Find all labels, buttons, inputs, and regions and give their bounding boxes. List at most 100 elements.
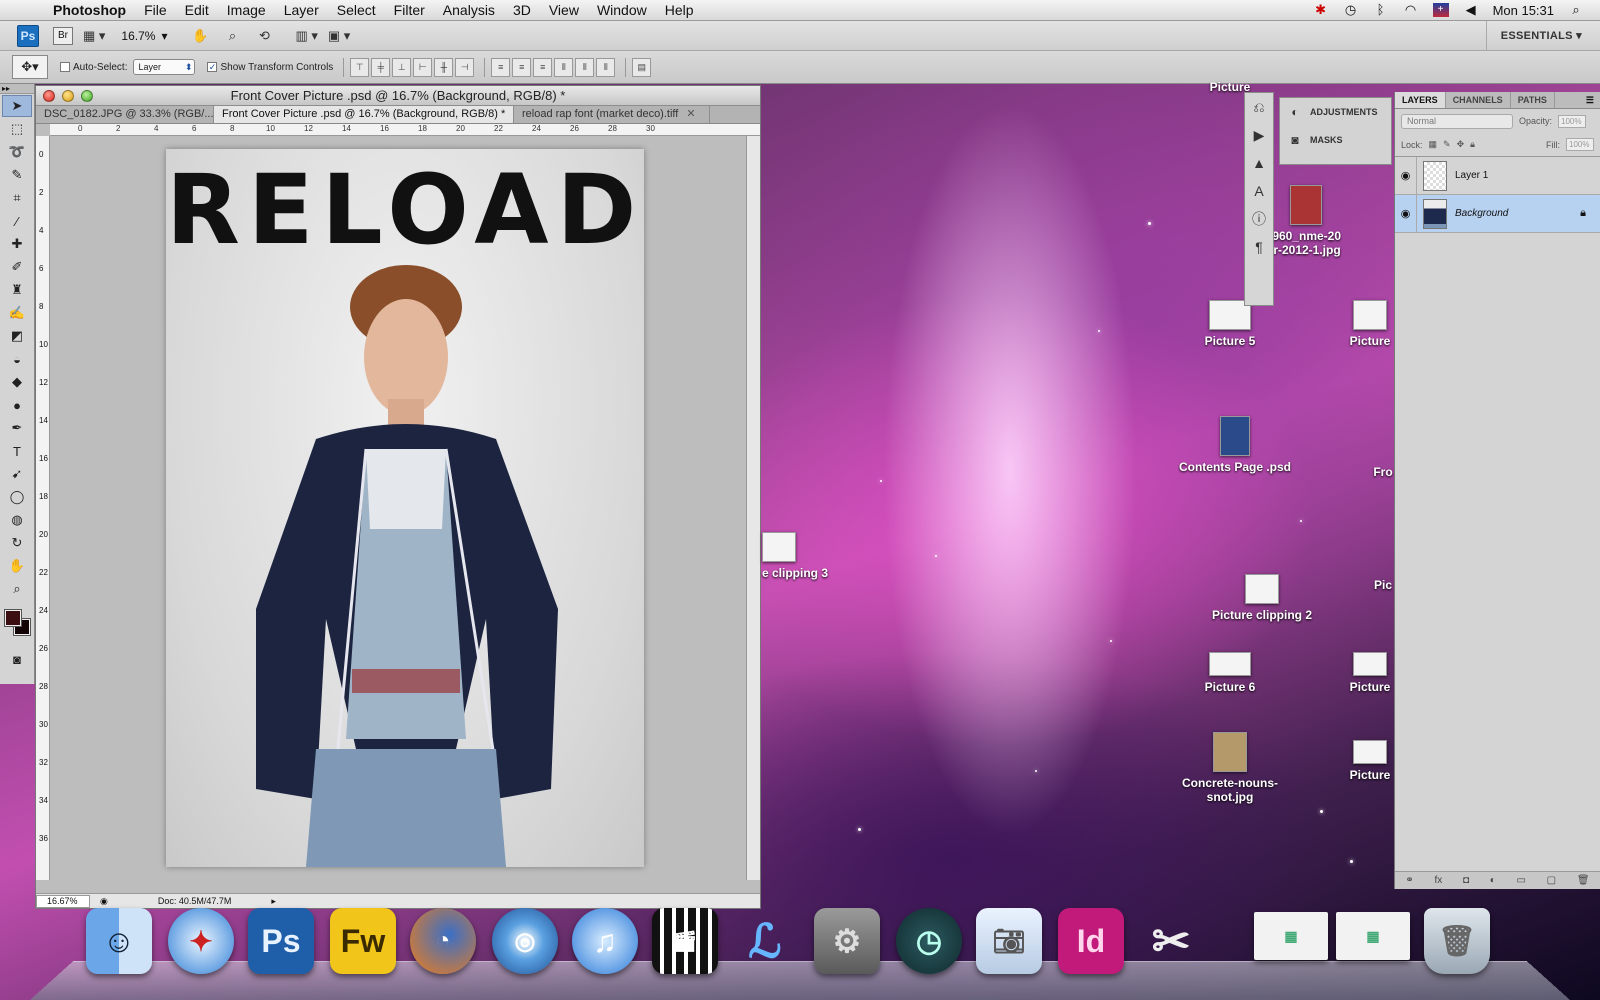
hand-tool-icon[interactable]: ✋	[189, 25, 211, 47]
menu-edit[interactable]: Edit	[176, 0, 218, 21]
paint-bucket-tool-icon[interactable]: ◒	[2, 348, 32, 370]
desktop-icon-front-cover[interactable]: Fro	[1372, 465, 1394, 479]
spotlight-search-icon[interactable]: ⌕	[1568, 3, 1584, 17]
lock-all-icon[interactable]: 🔒︎	[1470, 139, 1475, 150]
align-hcenter-icon[interactable]: ╫	[434, 57, 454, 77]
arrange-documents-icon[interactable]: ▥ ▾	[295, 25, 317, 47]
quick-mask-icon[interactable]: ◙	[2, 648, 32, 670]
history-brush-tool-icon[interactable]: ✍	[2, 302, 32, 324]
new-adjustment-layer-icon[interactable]: ◐	[1490, 875, 1496, 886]
bridge-button[interactable]: Br	[53, 26, 73, 45]
blur-tool-icon[interactable]: ◆	[2, 371, 32, 393]
dock-system-preferences-icon[interactable]: ⚙	[814, 908, 880, 974]
menu-layer[interactable]: Layer	[275, 0, 328, 21]
pen-tool-icon[interactable]: ✒	[2, 417, 32, 439]
growl-icon[interactable]: ✱	[1313, 3, 1329, 17]
ellipse-shape-tool-icon[interactable]: ◯	[2, 486, 32, 508]
distribute-top-icon[interactable]: ≡	[491, 57, 511, 77]
masks-panel-button[interactable]: ◙ MASKS	[1280, 126, 1391, 154]
extras-menu-icon[interactable]: ▦ ▾	[83, 25, 105, 47]
menu-image[interactable]: Image	[218, 0, 275, 21]
photoshop-logo-icon[interactable]: Ps	[17, 24, 39, 47]
canvas-area[interactable]: RELOAD	[50, 136, 746, 880]
lasso-tool-icon[interactable]: ➰	[2, 141, 32, 163]
desktop-icon-clipping-2[interactable]: Picture clipping 2	[1200, 574, 1324, 622]
menu-filter[interactable]: Filter	[385, 0, 434, 21]
3d-orbit-tool-icon[interactable]: ↻	[2, 532, 32, 554]
history-panel-icon[interactable]: ⎌	[1245, 93, 1273, 121]
panel-menu-icon[interactable]: ☰	[1586, 92, 1600, 108]
3d-rotate-tool-icon[interactable]: ◍	[2, 509, 32, 531]
bluetooth-icon[interactable]: ᛒ	[1373, 3, 1389, 17]
dodge-tool-icon[interactable]: ●	[2, 394, 32, 416]
menu-analysis[interactable]: Analysis	[434, 0, 504, 21]
menu-3d[interactable]: 3D	[504, 0, 540, 21]
zoom-tool-icon[interactable]: ⌕	[2, 578, 32, 600]
align-vcenter-icon[interactable]: ╪	[371, 57, 391, 77]
menu-select[interactable]: Select	[328, 0, 385, 21]
close-tab-icon[interactable]: ✕	[686, 106, 695, 123]
volume-icon[interactable]: ◀	[1463, 3, 1479, 17]
dock-lw-icon[interactable]: ℒ	[732, 908, 798, 974]
new-group-icon[interactable]: ▭	[1517, 875, 1526, 886]
crop-tool-icon[interactable]: ⌗	[2, 187, 32, 209]
menu-file[interactable]: File	[135, 0, 176, 21]
dock-photoshop-icon[interactable]: Ps	[248, 908, 314, 974]
distribute-vcenter-icon[interactable]: ≡	[512, 57, 532, 77]
desktop-icon-picture-right-3[interactable]: Picture	[1345, 740, 1395, 782]
dock-iphoto-icon[interactable]: 📷︎	[976, 908, 1042, 974]
desktop-icon-pic-right[interactable]: Pic	[1372, 578, 1394, 592]
menubar-clock[interactable]: Mon 15:31	[1493, 3, 1554, 18]
desktop-icon-clipping-3[interactable]: e clipping 3	[762, 532, 840, 580]
zoom-level-select[interactable]: 16.7% ▾	[121, 29, 167, 43]
dock-fireworks-icon[interactable]: Fw	[330, 908, 396, 974]
marquee-tool-icon[interactable]: ⬚	[2, 118, 32, 140]
delete-layer-icon[interactable]: 🗑︎	[1577, 875, 1590, 886]
document-tab-1[interactable]: DSC_0182.JPG @ 33.3% (RGB/...✕	[36, 106, 214, 123]
desktop-icon-picture-right-2[interactable]: Picture	[1345, 652, 1395, 694]
link-layers-icon[interactable]: ⚭	[1405, 875, 1413, 886]
distribute-bottom-icon[interactable]: ≡	[533, 57, 553, 77]
workspace-switcher[interactable]: ESSENTIALS ▾	[1485, 20, 1582, 51]
screen-mode-icon[interactable]: ▣ ▾	[328, 25, 350, 47]
lock-position-icon[interactable]: ✥	[1457, 139, 1465, 150]
dock-imovie-icon[interactable]: 🎬︎	[652, 908, 718, 974]
document-tab-3[interactable]: reload rap font (market deco).tiff ✕	[514, 106, 710, 123]
path-selection-tool-icon[interactable]: ➹	[2, 463, 32, 485]
show-transform-check[interactable]	[207, 62, 218, 72]
add-layer-mask-icon[interactable]: ◘	[1463, 875, 1469, 886]
auto-select-checkbox[interactable]: Auto-Select:	[60, 62, 127, 73]
clone-stamp-tool-icon[interactable]: ♜	[2, 279, 32, 301]
wifi-icon[interactable]: ◠	[1403, 3, 1419, 17]
zoom-tool-icon[interactable]: ⌕	[221, 25, 243, 47]
magazine-cover-canvas[interactable]: RELOAD	[166, 149, 644, 867]
layer-visibility-eye-icon[interactable]: ◉	[1395, 195, 1417, 232]
desktop-icon-concrete-nouns-jpg[interactable]: Concrete-nouns- snot.jpg	[1172, 732, 1288, 804]
dock-itunes-icon[interactable]: ♫	[572, 908, 638, 974]
move-tool-icon[interactable]: ➤	[2, 95, 32, 117]
auto-select-check[interactable]	[60, 62, 70, 72]
dock-time-machine-icon[interactable]: ◷	[896, 908, 962, 974]
align-right-icon[interactable]: ⊣	[455, 57, 475, 77]
tab-layers[interactable]: LAYERS	[1395, 92, 1446, 108]
move-tool-preset-icon[interactable]: ✥▾	[12, 55, 48, 79]
info-panel-icon[interactable]: ⓘ	[1245, 205, 1273, 233]
lock-transparency-icon[interactable]: ▦	[1429, 139, 1438, 150]
tab-channels[interactable]: CHANNELS	[1446, 92, 1511, 108]
distribute-left-icon[interactable]: ⦀	[554, 57, 574, 77]
character-panel-icon[interactable]: A	[1245, 177, 1273, 205]
horizontal-ruler[interactable]: 0 2 4 6 8 10 12 14 16 18 20 22 24 26 28 …	[50, 124, 760, 136]
dock-dvd-player-icon[interactable]: ◎	[492, 908, 558, 974]
navigator-panel-icon[interactable]: ▲	[1245, 149, 1273, 177]
opacity-input[interactable]: 100%	[1558, 114, 1587, 128]
menu-window[interactable]: Window	[588, 0, 656, 21]
layer-style-fx-icon[interactable]: fx	[1434, 875, 1442, 886]
desktop-icon-picture-6[interactable]: Picture 6	[1190, 652, 1270, 694]
eyedropper-tool-icon[interactable]: ⁄	[2, 210, 32, 232]
menu-view[interactable]: View	[540, 0, 588, 21]
foreground-color-swatch[interactable]	[4, 609, 22, 627]
status-menu-arrow-icon[interactable]: ▸	[271, 896, 276, 907]
hand-tool-icon[interactable]: ✋	[2, 555, 32, 577]
tools-panel-grip[interactable]: ▸▸	[0, 84, 34, 94]
auto-align-layers-icon[interactable]: ▤	[632, 57, 652, 77]
